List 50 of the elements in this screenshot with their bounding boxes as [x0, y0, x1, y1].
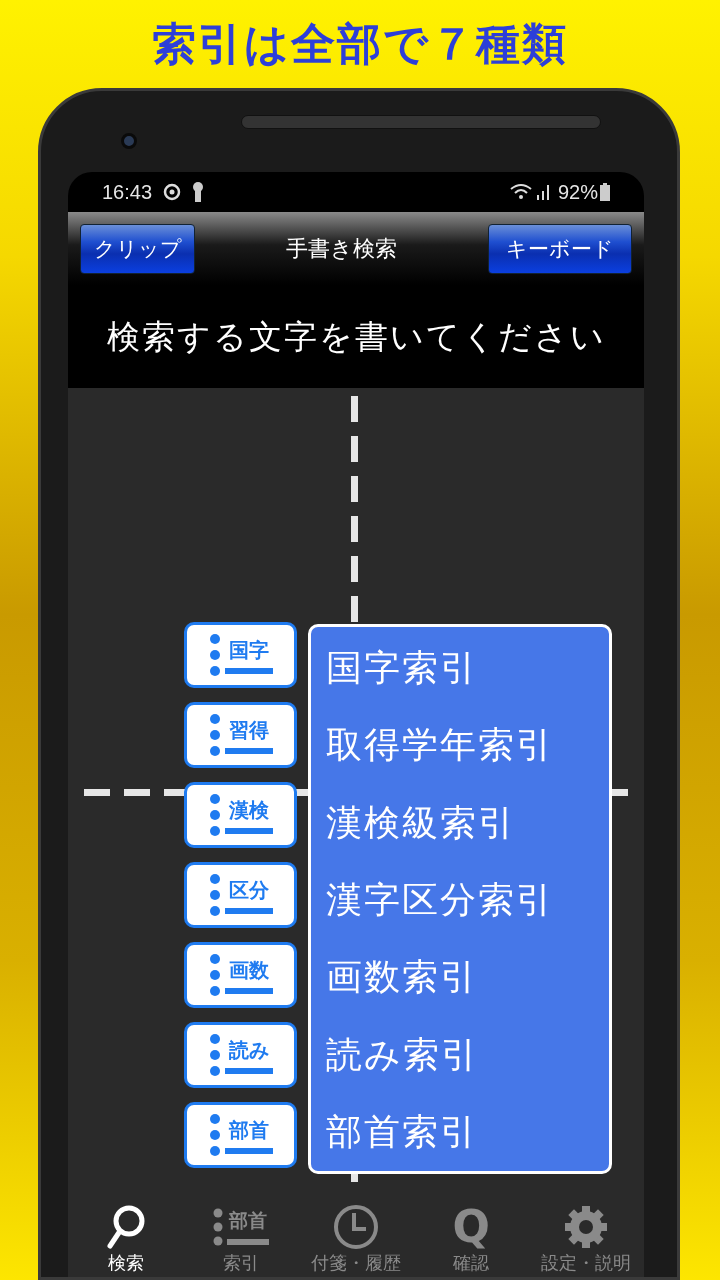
- list-icon: [208, 952, 221, 998]
- underline-bar: [224, 908, 273, 914]
- tab[interactable]: 設定・説明: [531, 1204, 642, 1274]
- list-icon: [208, 632, 221, 678]
- camera-icon: [121, 133, 137, 149]
- underline-bar: [224, 668, 273, 674]
- keyboard-button[interactable]: キーボード: [488, 223, 632, 274]
- search-icon: [105, 1204, 146, 1250]
- underline-bar: [224, 1148, 273, 1154]
- tab[interactable]: 検索: [70, 1204, 181, 1274]
- settings-icon: [563, 1204, 610, 1250]
- menu-item[interactable]: 取得学年索引: [311, 706, 609, 784]
- index-chip[interactable]: 読み: [184, 1022, 297, 1088]
- list-icon: [208, 712, 221, 758]
- clock-icon: [332, 1204, 379, 1250]
- status-time: 16:43: [102, 180, 153, 205]
- index-chip[interactable]: 漢検: [184, 782, 297, 848]
- index-chip[interactable]: 部首: [184, 1102, 297, 1168]
- underline-bar: [224, 1068, 273, 1074]
- underline-bar: [224, 828, 273, 834]
- headline: 索引は全部で７種類: [152, 18, 568, 70]
- q-icon: Q: [452, 1204, 490, 1250]
- keyhole-icon: [192, 181, 205, 203]
- list-icon: [208, 1032, 221, 1078]
- list-icon: [208, 1112, 221, 1158]
- list-icon: [208, 792, 221, 838]
- wifi-icon: [509, 183, 532, 201]
- screen-title: 手書き検索: [286, 235, 397, 263]
- menu-item[interactable]: 画数索引: [311, 938, 609, 1017]
- menu-item[interactable]: 国字索引: [311, 629, 609, 707]
- clip-button[interactable]: クリップ: [80, 223, 195, 274]
- prompt-text: 検索する文字を書いてください: [106, 316, 606, 357]
- list-icon: [208, 872, 221, 918]
- battery-percent: 92%: [557, 180, 598, 205]
- index-chip[interactable]: 区分: [184, 862, 297, 928]
- index-chip[interactable]: 国字: [184, 622, 297, 688]
- index-chip[interactable]: 習得: [184, 702, 297, 768]
- underline-bar: [224, 748, 273, 754]
- tab[interactable]: Q 確認: [416, 1204, 527, 1274]
- menu-item[interactable]: 読み索引: [311, 1016, 609, 1094]
- index-chip[interactable]: 画数: [184, 942, 297, 1008]
- tab[interactable]: 付箋・履歴: [300, 1204, 411, 1274]
- battery-icon: [600, 183, 610, 201]
- underline-bar: [224, 988, 273, 994]
- menu-item[interactable]: 漢検級索引: [311, 783, 609, 862]
- sync-icon: [162, 182, 183, 202]
- tab[interactable]: 部首 索引: [185, 1204, 296, 1274]
- menu-item[interactable]: 部首索引: [311, 1093, 609, 1171]
- menu-item[interactable]: 漢字区分索引: [311, 861, 609, 939]
- signal-icon: [535, 183, 552, 201]
